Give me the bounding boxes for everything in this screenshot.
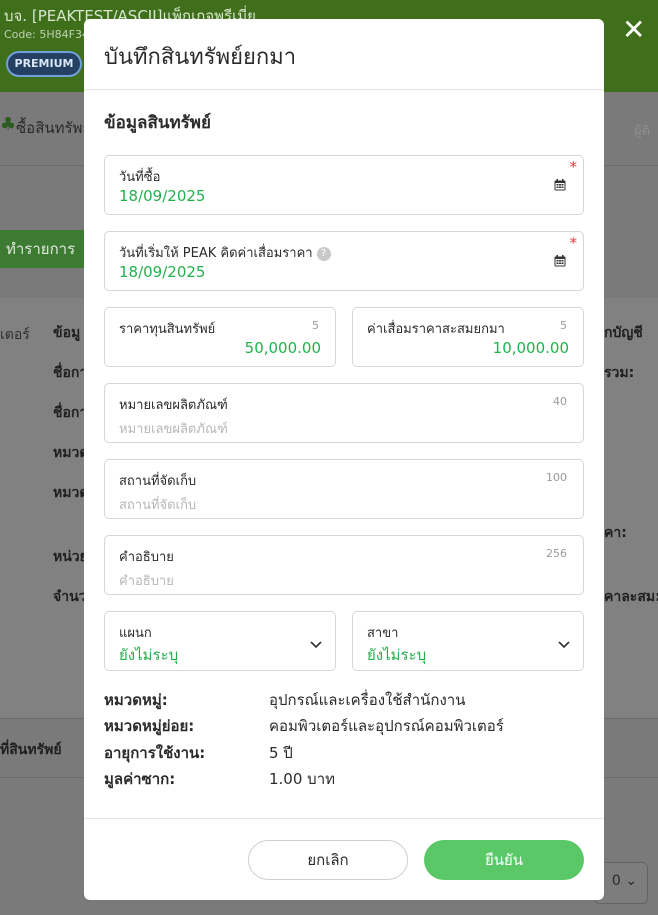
- purchase-date-value: 18/09/2025: [119, 187, 206, 205]
- help-icon[interactable]: ?: [316, 247, 331, 261]
- modal-footer: ยกเลิก ยืนยัน: [84, 818, 604, 900]
- branch-select[interactable]: สาขา ยังไม่ระบุ: [352, 611, 584, 671]
- cost-label: ราคาทุนสินทรัพย์: [119, 322, 216, 337]
- info-useful-life: อายุการใช้งาน: 5 ปี: [104, 741, 584, 763]
- location-field[interactable]: สถานที่จัดเก็บ 100 สถานที่จัดเก็บ: [104, 459, 584, 519]
- description-label: คำอธิบาย: [119, 550, 174, 565]
- required-mark: *: [569, 234, 578, 252]
- page-size-value: 0: [611, 873, 621, 889]
- purchase-date-field[interactable]: วันที่ซื้อ * 18/09/2025: [104, 155, 584, 215]
- detail-label: ชื่อกา: [53, 365, 88, 381]
- detail-label: ชื่อกา: [53, 405, 88, 421]
- cost-field[interactable]: ราคาทุนสินทรัพย์ 5 50,000.00: [104, 307, 336, 367]
- info-key: อายุการใช้งาน:: [104, 744, 206, 762]
- plan-badge: PREMIUM: [6, 51, 82, 77]
- required-mark: *: [569, 158, 578, 176]
- right-label: กบัญชี: [604, 325, 643, 341]
- description-placeholder: คำอธิบาย: [119, 574, 174, 589]
- info-category: หมวดหมู่: อุปกรณ์และเครื่องใช้สำนักงาน: [104, 688, 584, 710]
- right-label: คา:: [604, 525, 627, 541]
- purchase-date-label: วันที่ซื้อ: [119, 170, 161, 185]
- chevron-down-icon: [558, 641, 570, 649]
- right-label: คาละสม:: [604, 589, 658, 605]
- calendar-icon[interactable]: [554, 255, 566, 267]
- side-label: เตอร์: [0, 327, 30, 343]
- info-key: หมวดหมู่:: [104, 691, 168, 709]
- info-value: 5 ปี: [269, 744, 293, 762]
- section-label: ที่สินทรัพย์: [0, 742, 62, 758]
- detail-label: ข้อมู: [53, 325, 81, 341]
- accumulated-depreciation-field[interactable]: ค่าเสื่อมราคาสะสมยกมา 5 10,000.00: [352, 307, 584, 367]
- info-value: คอมพิวเตอร์และอุปกรณ์คอมพิวเตอร์: [269, 717, 504, 735]
- chevron-down-icon: [310, 641, 322, 649]
- cost-value: 50,000.00: [244, 339, 321, 357]
- location-placeholder: สถานที่จัดเก็บ: [119, 498, 197, 513]
- info-value: 1.00 บาท: [269, 770, 335, 788]
- serial-number-placeholder: หมายเลขผลิตภัณฑ์: [119, 422, 228, 437]
- right-label: รวม:: [604, 365, 635, 381]
- detail-label: จำนว: [53, 589, 87, 605]
- action-button[interactable]: ทำรายการ: [0, 230, 84, 268]
- close-icon[interactable]: ✕: [622, 16, 645, 44]
- detail-label: หน่วย: [53, 549, 88, 565]
- location-limit: 100: [546, 471, 567, 484]
- depreciation-start-label: วันที่เริ่มให้ PEAK คิดค่าเสื่อมราคา?: [119, 242, 331, 263]
- location-label: สถานที่จัดเก็บ: [119, 474, 197, 489]
- modal-title: บันทึกสินทรัพย์ยกมา: [104, 45, 297, 70]
- cancel-button[interactable]: ยกเลิก: [248, 840, 408, 880]
- branch-label: สาขา: [367, 626, 399, 641]
- serial-number-limit: 40: [553, 395, 567, 408]
- department-select[interactable]: แผนก ยังไม่ระบุ: [104, 611, 336, 671]
- chevron-down-icon: ⌄: [625, 873, 637, 889]
- accumulated-depreciation-limit: 5: [560, 319, 567, 332]
- info-salvage-value: มูลค่าซาก: 1.00 บาท: [104, 767, 584, 789]
- serial-number-field[interactable]: หมายเลขผลิตภัณฑ์ 40 หมายเลขผลิตภัณฑ์: [104, 383, 584, 443]
- depreciation-start-field[interactable]: วันที่เริ่มให้ PEAK คิดค่าเสื่อมราคา? * …: [104, 231, 584, 291]
- branch-value: ยังไม่ระบุ: [367, 646, 427, 664]
- cost-limit: 5: [312, 319, 319, 332]
- confirm-button[interactable]: ยืนยัน: [424, 840, 584, 880]
- nav-right-label: ผู้ติ: [634, 124, 651, 139]
- description-field[interactable]: คำอธิบาย 256 คำอธิบาย: [104, 535, 584, 595]
- info-value: อุปกรณ์และเครื่องใช้สำนักงาน: [269, 691, 466, 709]
- asset-icon: ♣: [0, 114, 17, 135]
- company-code: Code: 5H84F34: [4, 28, 89, 41]
- department-value: ยังไม่ระบุ: [119, 646, 179, 664]
- depreciation-start-value: 18/09/2025: [119, 263, 206, 281]
- accumulated-depreciation-label: ค่าเสื่อมราคาสะสมยกมา: [367, 322, 505, 337]
- modal-header: บันทึกสินทรัพย์ยกมา: [84, 19, 604, 90]
- info-subcategory: หมวดหมู่ย่อย: คอมพิวเตอร์และอุปกรณ์คอมพิ…: [104, 714, 584, 736]
- info-key: หมวดหมู่ย่อย:: [104, 717, 195, 735]
- nav-title[interactable]: ซื้อสินทรัพย: [16, 116, 91, 140]
- depreciation-start-label-text: วันที่เริ่มให้ PEAK คิดค่าเสื่อมราคา: [119, 246, 313, 261]
- department-label: แผนก: [119, 626, 152, 641]
- section-title: ข้อมูลสินทรัพย์: [104, 113, 211, 133]
- accumulated-depreciation-value: 10,000.00: [492, 339, 569, 357]
- asset-modal: บันทึกสินทรัพย์ยกมา ข้อมูลสินทรัพย์ วันท…: [84, 19, 604, 900]
- calendar-icon[interactable]: [554, 179, 566, 191]
- info-key: มูลค่าซาก:: [104, 770, 176, 788]
- description-limit: 256: [546, 547, 567, 560]
- serial-number-label: หมายเลขผลิตภัณฑ์: [119, 398, 228, 413]
